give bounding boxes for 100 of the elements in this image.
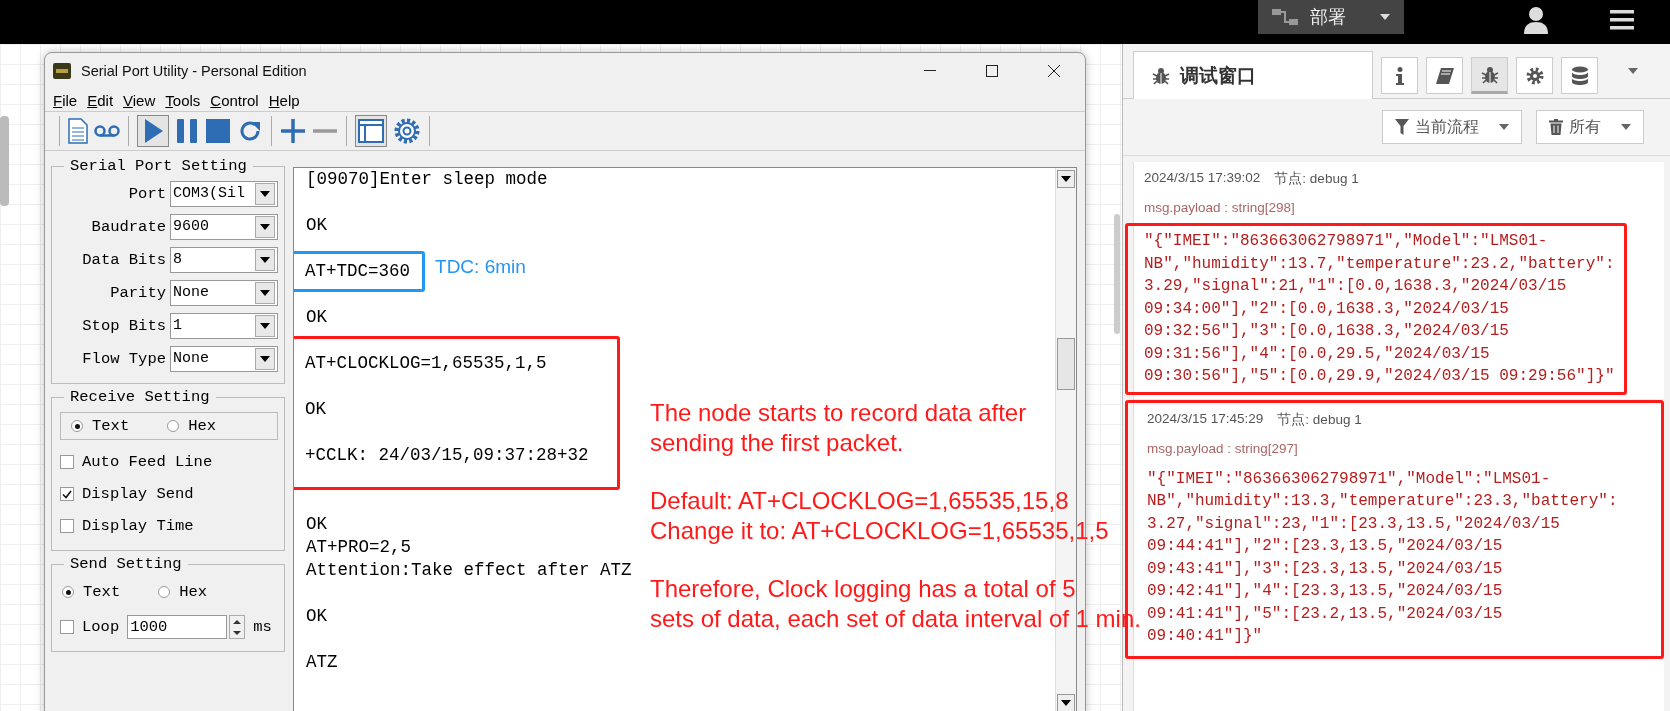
check-icon: [62, 489, 72, 499]
terminal-line: OK: [306, 306, 327, 329]
stop-icon[interactable]: [205, 118, 231, 144]
flow-icon: [1272, 9, 1298, 25]
plus-icon[interactable]: [280, 118, 306, 144]
interval-field[interactable]: 1000: [127, 615, 228, 639]
menu-icon[interactable]: [1610, 10, 1634, 30]
dropdown[interactable]: 8: [170, 246, 278, 273]
checkbox-label: Display Send: [82, 485, 194, 503]
dropdown[interactable]: None: [170, 279, 278, 306]
filter-dropdown[interactable]: 当前流程: [1382, 110, 1522, 144]
up-arrow-icon: [1061, 176, 1071, 182]
dropdown-arrow-icon: [1628, 68, 1638, 74]
database-icon: [1570, 65, 1589, 86]
close-icon: [1048, 65, 1060, 77]
message-type: msg.payload : string[298]: [1143, 200, 1296, 215]
play-icon[interactable]: [137, 115, 169, 147]
group-title: Serial Port Setting: [69, 157, 248, 175]
dropdown-arrow-icon: [260, 190, 270, 197]
timestamp: 2024/3/15 17:39:02: [1144, 170, 1261, 187]
menu-item[interactable]: Edit: [82, 91, 119, 109]
dropdown[interactable]: COM3(Sil: [170, 180, 278, 207]
field-label: Parity: [110, 283, 166, 302]
sidebar-tab[interactable]: [1516, 57, 1553, 94]
terminal-line: AT+TDC=360: [305, 260, 411, 283]
node-label: 节点: debug 1: [1277, 410, 1362, 429]
radio-option[interactable]: Hex: [158, 583, 208, 601]
menu-item[interactable]: View: [118, 91, 161, 109]
scroll-down-button[interactable]: [1057, 694, 1075, 711]
message-payload: "{"IMEI":"863663062798971","Model":"LMS01-NB","humidity":13.7,"temperature":23.2,"battery":3.29,"signal":21,"1":[0.0,1638.3,"2024/03/15 09:34:00"],"2":[0.0,1638.3,"2024/03/15 09:32:56"],"3":[0.0,1638.3,"2024/03/15 09:31:56"],"4":[0.0,29.5,"2024/03/15 09:30:56"],"5":[0.0,29.9,"2024/03/15 09:29:56"]}": [1125, 223, 1628, 395]
window-icon[interactable]: [355, 115, 387, 147]
user-icon[interactable]: [1524, 6, 1548, 34]
sidebar-tab[interactable]: [1471, 57, 1508, 94]
message-type: msg.payload : string[297]: [1146, 440, 1299, 456]
tape-icon[interactable]: [94, 124, 120, 138]
menu-item[interactable]: Help: [263, 91, 305, 109]
annotation-text: Default: AT+CLOCKLOG=1,65535,15,8: [650, 486, 1070, 516]
down-arrow-icon: [1061, 700, 1071, 706]
scrollbar-thumb[interactable]: [1114, 214, 1120, 334]
dropdown[interactable]: 1: [170, 312, 278, 339]
document-icon[interactable]: [68, 118, 88, 144]
book-icon: [1434, 66, 1455, 85]
filter-dropdown[interactable]: 所有: [1536, 110, 1644, 144]
scrollbar-thumb[interactable]: [1057, 338, 1075, 390]
dropdown-arrow-icon: [260, 289, 270, 296]
field-label: Flow Type: [82, 349, 166, 368]
terminal-line: Attention:Take effect after ATZ: [306, 559, 632, 582]
window-title: Serial Port Utility - Personal Edition: [81, 63, 307, 79]
checkbox-label: Loop: [82, 618, 120, 636]
sidebar-tab[interactable]: [1561, 57, 1598, 94]
filter-icon: [1395, 119, 1409, 135]
caret-icon: [1499, 124, 1509, 130]
sidebar-tab[interactable]: [1381, 57, 1418, 94]
annotation-text: TDC: 6min: [435, 255, 526, 278]
radio-option[interactable]: Hex: [167, 417, 217, 435]
pause-icon[interactable]: [175, 118, 199, 144]
menu-item[interactable]: Control: [205, 91, 264, 109]
info-icon: [1395, 66, 1404, 85]
dropdown-arrow-icon: [260, 322, 270, 329]
checkbox[interactable]: [60, 620, 74, 634]
sidebar-tab[interactable]: [1426, 57, 1463, 94]
menu-item[interactable]: Tools: [160, 91, 206, 109]
field-label: Port: [128, 184, 166, 203]
message-payload: "{"IMEI":"863663062798971","Model":"LMS01-NB","humidity":13.3,"temperature":23.3,"battery":3.27,"signal":23,"1":[23.3,13.5,"2024/03/15 09:44:41"],"2":[23.3,13.5,"2024/03/15 09:43:41"],"3":[23.3,13.5,"2024/03/15 09:42:41"],"4":[23.3,13.5,"2024/03/15 09:41:41"],"5":[23.2,13.5,"2024/03/15 09:40:41"]}": [1146, 468, 1619, 647]
checkbox-label: Auto Feed Line: [82, 453, 213, 471]
terminal-line: [09070]Enter sleep mode: [306, 168, 548, 191]
dropdown-arrow-icon: [260, 355, 270, 362]
checkbox[interactable]: [60, 487, 74, 501]
scroll-up-button[interactable]: [1057, 170, 1075, 188]
node-label: 节点: debug 1: [1274, 170, 1359, 188]
terminal-line: OK: [305, 398, 326, 421]
terminal-line: AT+PRO=2,5: [306, 536, 412, 559]
dropdown[interactable]: 9600: [170, 213, 278, 240]
settings-icon[interactable]: [393, 117, 421, 145]
dropdown[interactable]: None: [170, 345, 278, 372]
app-logo-icon: [53, 63, 71, 79]
spinner-icon[interactable]: [229, 615, 246, 639]
trash-icon: [1549, 119, 1563, 135]
dropdown-arrow-icon: [260, 256, 270, 263]
settings-icon: [1525, 66, 1544, 85]
terminal-line: +CCLK: 24/03/15,09:37:28+32: [305, 444, 589, 467]
debug-tab[interactable]: 调试窗口: [1133, 51, 1373, 99]
radio-option[interactable]: Text: [71, 417, 130, 435]
deploy-button[interactable]: 部署: [1258, 0, 1404, 34]
checkbox-label: Display Time: [82, 517, 194, 535]
bug-icon: [1152, 66, 1170, 85]
terminal-line: OK: [306, 513, 327, 536]
radio-option[interactable]: Text: [62, 583, 121, 601]
menu-item[interactable]: File: [48, 91, 83, 109]
group-title: Receive Setting: [69, 388, 211, 406]
unit-label: ms: [253, 618, 272, 636]
terminal-line: OK: [306, 214, 327, 237]
checkbox[interactable]: [60, 519, 74, 533]
scrollbar-thumb[interactable]: [0, 116, 9, 206]
dropdown-arrow-icon: [260, 223, 270, 230]
checkbox[interactable]: [60, 455, 74, 469]
field-label: Data Bits: [82, 250, 166, 269]
bug-icon: [1480, 65, 1499, 84]
annotation-text: The node starts to record data after sending the first packet.: [650, 398, 1028, 458]
caret-icon: [1380, 14, 1390, 20]
